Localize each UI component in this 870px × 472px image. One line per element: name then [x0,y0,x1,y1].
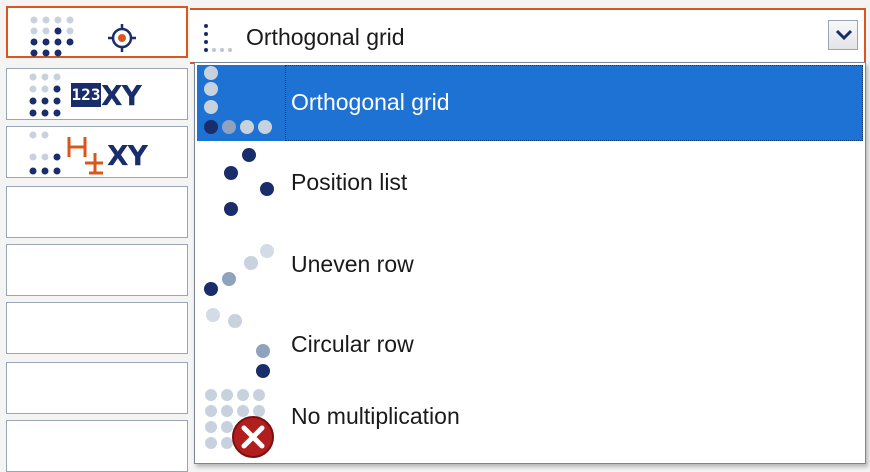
type-cell-numbered[interactable]: 123 XY [6,68,188,120]
type-cell-empty[interactable] [6,362,188,414]
type-cell-empty[interactable] [6,302,188,354]
circular-row-icon [206,308,270,378]
crosshair-icon [108,24,136,52]
type-cell-empty[interactable] [6,186,188,238]
option-label: Circular row [291,331,414,357]
dropdown-option-uneven-row[interactable]: Uneven row [195,225,865,305]
multiplication-type-list: 123 XY XY [0,0,196,472]
multiplication-editor: 123 XY XY Orthogonal grid Orthogonal gri… [0,0,870,472]
numbered-badge: 123 [71,83,101,107]
chevron-down-icon [835,29,853,41]
type-cell-empty[interactable] [6,244,188,296]
dropdown-option-position-list[interactable]: Position list [195,143,865,223]
type-cell-empty[interactable] [6,420,188,472]
xy-label: XY [107,139,148,172]
option-label: Position list [291,169,408,195]
option-label: Orthogonal grid [291,89,450,115]
uneven-row-icon [204,244,274,296]
position-list-icon [224,148,274,216]
dropdown-option-no-multiplication[interactable]: No multiplication [195,385,865,465]
option-label: No multiplication [291,403,460,429]
multiplication-type-combobox[interactable]: Orthogonal grid [190,8,866,64]
orthogonal-grid-icon [197,65,285,141]
dropdown-option-orthogonal-grid[interactable]: Orthogonal grid [195,63,865,143]
xy-label: XY [101,79,142,112]
combobox-selected-label: Orthogonal grid [246,24,405,50]
orthogonal-grid-small-icon [204,24,232,52]
dimension-icon [67,137,103,175]
multiplication-type-dropdown: Orthogonal grid Position list Uneven row [194,62,866,464]
combobox-dropdown-button[interactable] [828,20,858,50]
cancel-icon [232,416,274,458]
type-cell-target[interactable] [6,6,188,58]
type-cell-dimension[interactable]: XY [6,126,188,178]
option-label: Uneven row [291,251,414,277]
no-multiplication-icon [205,389,274,458]
dropdown-option-circular-row[interactable]: Circular row [195,305,865,385]
